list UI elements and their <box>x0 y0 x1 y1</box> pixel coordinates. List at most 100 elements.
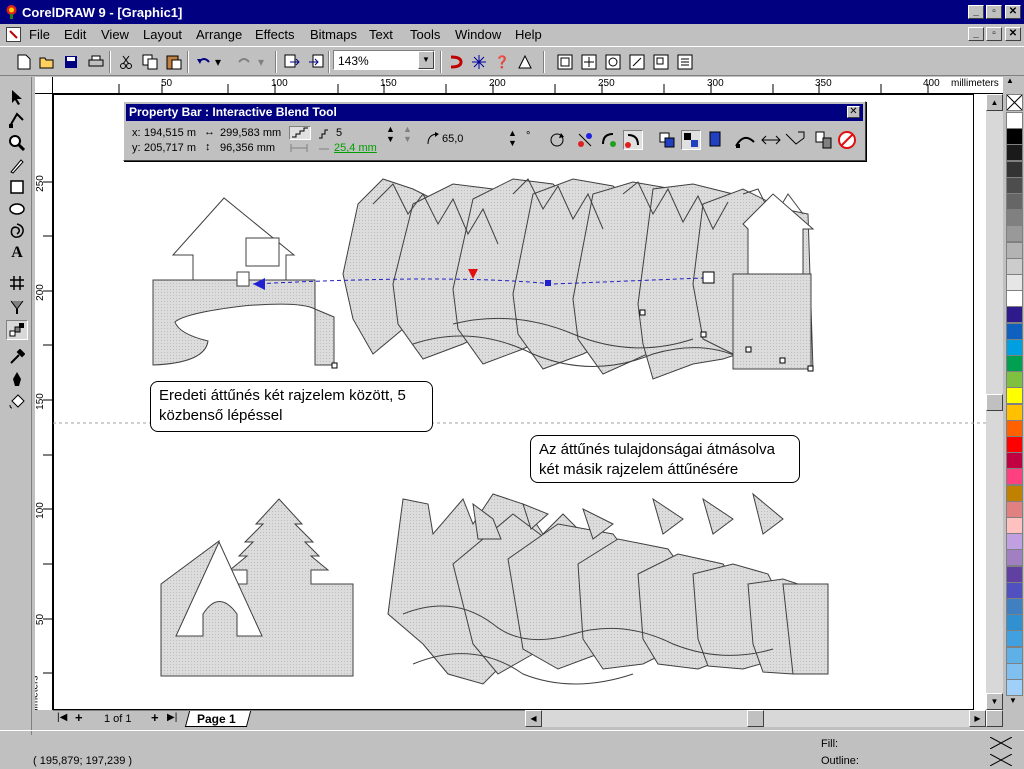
interactive-blend-tool-icon[interactable] <box>6 320 28 340</box>
acceleration-icon[interactable] <box>681 130 701 150</box>
palette-scroll-up-icon[interactable]: ▲ <box>1006 76 1014 85</box>
color-swatch[interactable] <box>1006 549 1023 567</box>
last-page-icon[interactable]: ▶| <box>167 712 177 723</box>
shape-tool-icon[interactable] <box>6 110 28 130</box>
menu-tools[interactable]: Tools <box>410 27 440 42</box>
color-swatch[interactable] <box>1006 322 1023 340</box>
x-position-field[interactable]: 194,515 m <box>144 127 196 139</box>
ellipse-tool-icon[interactable] <box>6 199 28 219</box>
color-swatch[interactable] <box>1006 128 1023 146</box>
maximize-button[interactable]: ▫ <box>986 5 1002 19</box>
application-launcher-icon[interactable] <box>446 52 466 72</box>
scroll-down-icon[interactable]: ▼ <box>986 693 1003 710</box>
color-swatch[interactable] <box>1006 630 1023 648</box>
outline-swatch-icon[interactable] <box>989 753 1013 767</box>
clear-blend-icon[interactable] <box>837 130 857 150</box>
color-swatch[interactable] <box>1006 662 1023 680</box>
ruler-corner[interactable] <box>35 77 53 94</box>
y-position-field[interactable]: 205,717 m <box>144 142 196 154</box>
add-page-after-icon[interactable]: + <box>151 710 159 725</box>
menu-file[interactable]: File <box>29 27 50 42</box>
color-swatch[interactable] <box>1006 274 1023 291</box>
eyedropper-tool-icon[interactable] <box>6 347 28 367</box>
color-swatch[interactable] <box>1006 193 1023 210</box>
width-field[interactable]: 299,583 mm <box>220 127 281 139</box>
open-icon[interactable] <box>37 52 57 72</box>
copy-icon[interactable] <box>140 52 160 72</box>
color-swatch[interactable] <box>1006 209 1023 227</box>
color-swatch[interactable] <box>1006 355 1023 372</box>
menu-arrange[interactable]: Arrange <box>196 27 242 42</box>
color-swatch[interactable] <box>1006 387 1023 405</box>
scroll-right-icon[interactable]: ▶ <box>969 710 986 727</box>
spacing-spinner-icon[interactable]: ▲ ▼ <box>403 124 412 144</box>
save-icon[interactable] <box>61 52 81 72</box>
color-swatch[interactable] <box>1006 112 1023 129</box>
freehand-tool-icon[interactable] <box>6 156 28 176</box>
property-bar[interactable]: Property Bar : Interactive Blend Tool ✕ … <box>123 101 866 161</box>
color-swatch[interactable] <box>1006 419 1023 437</box>
color-swatch[interactable] <box>1006 468 1023 486</box>
app-icon[interactable] <box>4 4 19 19</box>
color-swatch[interactable] <box>1006 403 1023 421</box>
color-swatch[interactable] <box>1006 306 1023 324</box>
properties-icon[interactable] <box>675 52 695 72</box>
interactive-transparency-icon[interactable] <box>6 297 28 317</box>
page-tab-label[interactable]: Page 1 <box>197 712 236 726</box>
copy-blend-properties-icon[interactable] <box>814 130 834 150</box>
color-swatch[interactable] <box>1006 646 1023 664</box>
menu-effects[interactable]: Effects <box>255 27 295 42</box>
scroll-left-icon[interactable]: ◀ <box>525 710 542 727</box>
horizontal-ruler[interactable]: 50 100 150 200 250 300 350 400 millimete… <box>35 77 1003 94</box>
zoom-tool-icon[interactable] <box>6 133 28 153</box>
accelerate-size-icon[interactable] <box>706 130 726 150</box>
menu-window[interactable]: Window <box>455 27 501 42</box>
doc-restore-button[interactable]: ▫ <box>986 27 1002 41</box>
blend-angle-field[interactable]: 65,0 <box>442 133 463 145</box>
paste-icon[interactable] <box>164 52 184 72</box>
color-swatch[interactable] <box>1006 144 1023 162</box>
object-color-acceleration-icon[interactable] <box>657 130 677 150</box>
color-swatch[interactable] <box>1006 338 1023 356</box>
direct-blend-icon[interactable] <box>575 130 595 150</box>
vertical-scrollbar[interactable]: ▲ ▼ <box>986 94 1003 710</box>
color-swatch[interactable] <box>1006 517 1023 534</box>
view-manager-icon[interactable] <box>555 52 575 72</box>
drawing-canvas[interactable]: Eredeti áttűnés két rajzelem között, 5 k… <box>53 94 986 710</box>
redo-dropdown-icon[interactable]: ▾ <box>255 52 267 72</box>
color-swatch[interactable] <box>1006 241 1023 259</box>
scroll-up-icon[interactable]: ▲ <box>986 94 1003 111</box>
menu-help[interactable]: Help <box>515 27 542 42</box>
color-swatch[interactable] <box>1006 614 1023 632</box>
horizontal-scrollbar[interactable]: ◀ ▶ <box>525 710 986 727</box>
minimize-button[interactable]: _ <box>968 5 984 19</box>
doc-minimize-button[interactable]: _ <box>968 27 984 41</box>
menu-text[interactable]: Text <box>369 27 393 42</box>
counterclockwise-blend-icon[interactable] <box>623 130 643 150</box>
miscellaneous-blend-icon[interactable] <box>734 130 756 150</box>
cut-icon[interactable] <box>116 52 136 72</box>
pick-tool-icon[interactable] <box>6 87 28 107</box>
vertical-ruler[interactable]: 250 200 150 100 50 millimeters <box>35 94 53 710</box>
fill-tool-icon[interactable] <box>6 391 28 411</box>
polygon-tool-icon[interactable] <box>6 221 28 241</box>
interactive-fill-tool-icon[interactable] <box>6 273 28 293</box>
close-button[interactable]: ✕ <box>1005 5 1021 19</box>
steps-field[interactable]: 5 <box>336 127 342 139</box>
rotate-icon[interactable] <box>603 52 623 72</box>
color-swatch[interactable] <box>1006 257 1023 275</box>
new-icon[interactable] <box>14 52 34 72</box>
color-swatch[interactable] <box>1006 290 1023 308</box>
zoom-select[interactable]: 143% ▼ <box>333 50 435 70</box>
size-icon[interactable] <box>651 52 671 72</box>
zoom-dropdown-icon[interactable]: ▼ <box>418 51 434 69</box>
text-tool-icon[interactable]: A <box>6 243 28 263</box>
color-swatch[interactable] <box>1006 436 1023 453</box>
color-swatch[interactable] <box>1006 225 1023 243</box>
scroll-thumb-vertical[interactable] <box>986 394 1003 411</box>
outline-tool-icon[interactable] <box>6 369 28 389</box>
color-swatch[interactable] <box>1006 452 1023 470</box>
no-color-swatch[interactable] <box>1006 94 1023 111</box>
color-swatch[interactable] <box>1006 598 1023 615</box>
steps-spinner-icon[interactable]: ▲ ▼ <box>386 124 395 144</box>
